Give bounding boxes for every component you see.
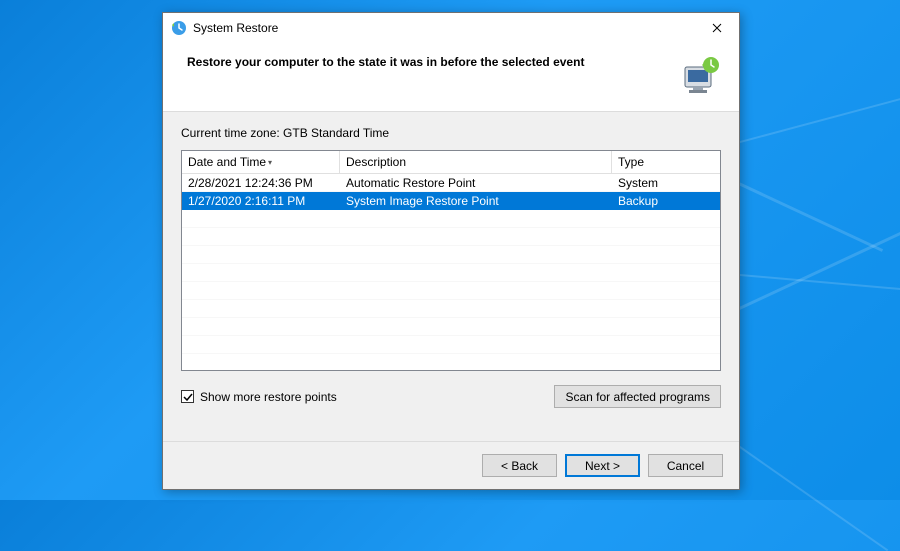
window-title: System Restore	[193, 21, 701, 35]
system-restore-dialog: System Restore Restore your computer to …	[162, 12, 740, 490]
timezone-label: Current time zone: GTB Standard Time	[181, 126, 721, 140]
below-table-row: Show more restore points Scan for affect…	[181, 385, 721, 408]
header-text: Restore your computer to the state it wa…	[187, 53, 667, 69]
col-description[interactable]: Description	[340, 151, 612, 173]
restore-points-table: Date and Time ▾ Description Type 2/28/20…	[181, 150, 721, 371]
cell-desc: System Image Restore Point	[340, 194, 612, 208]
body-area: Current time zone: GTB Standard Time Dat…	[163, 112, 739, 441]
scan-affected-button[interactable]: Scan for affected programs	[554, 385, 721, 408]
footer-buttons: < Back Next > Cancel	[163, 441, 739, 489]
cell-type: Backup	[612, 194, 720, 208]
table-row[interactable]: 2/28/2021 12:24:36 PM Automatic Restore …	[182, 174, 720, 192]
close-button[interactable]	[701, 16, 733, 40]
header-band: Restore your computer to the state it wa…	[163, 43, 739, 112]
cell-date: 1/27/2020 2:16:11 PM	[182, 194, 340, 208]
col-type-label: Type	[618, 155, 644, 169]
col-description-label: Description	[346, 155, 406, 169]
sort-desc-icon: ▾	[268, 158, 272, 167]
cancel-button[interactable]: Cancel	[648, 454, 723, 477]
restore-icon	[171, 20, 187, 36]
col-type[interactable]: Type	[612, 151, 720, 173]
table-header: Date and Time ▾ Description Type	[182, 151, 720, 174]
table-body: 2/28/2021 12:24:36 PM Automatic Restore …	[182, 174, 720, 370]
next-button[interactable]: Next >	[565, 454, 640, 477]
cell-type: System	[612, 176, 720, 190]
table-row[interactable]: 1/27/2020 2:16:11 PM System Image Restor…	[182, 192, 720, 210]
show-more-label: Show more restore points	[200, 390, 337, 404]
checkbox-icon	[181, 390, 194, 403]
col-date-time-label: Date and Time	[188, 155, 266, 169]
back-button[interactable]: < Back	[482, 454, 557, 477]
restore-large-icon	[679, 53, 723, 97]
close-icon	[712, 23, 722, 33]
show-more-checkbox[interactable]: Show more restore points	[181, 390, 337, 404]
cell-date: 2/28/2021 12:24:36 PM	[182, 176, 340, 190]
col-date-time[interactable]: Date and Time ▾	[182, 151, 340, 173]
titlebar: System Restore	[163, 13, 739, 43]
cell-desc: Automatic Restore Point	[340, 176, 612, 190]
